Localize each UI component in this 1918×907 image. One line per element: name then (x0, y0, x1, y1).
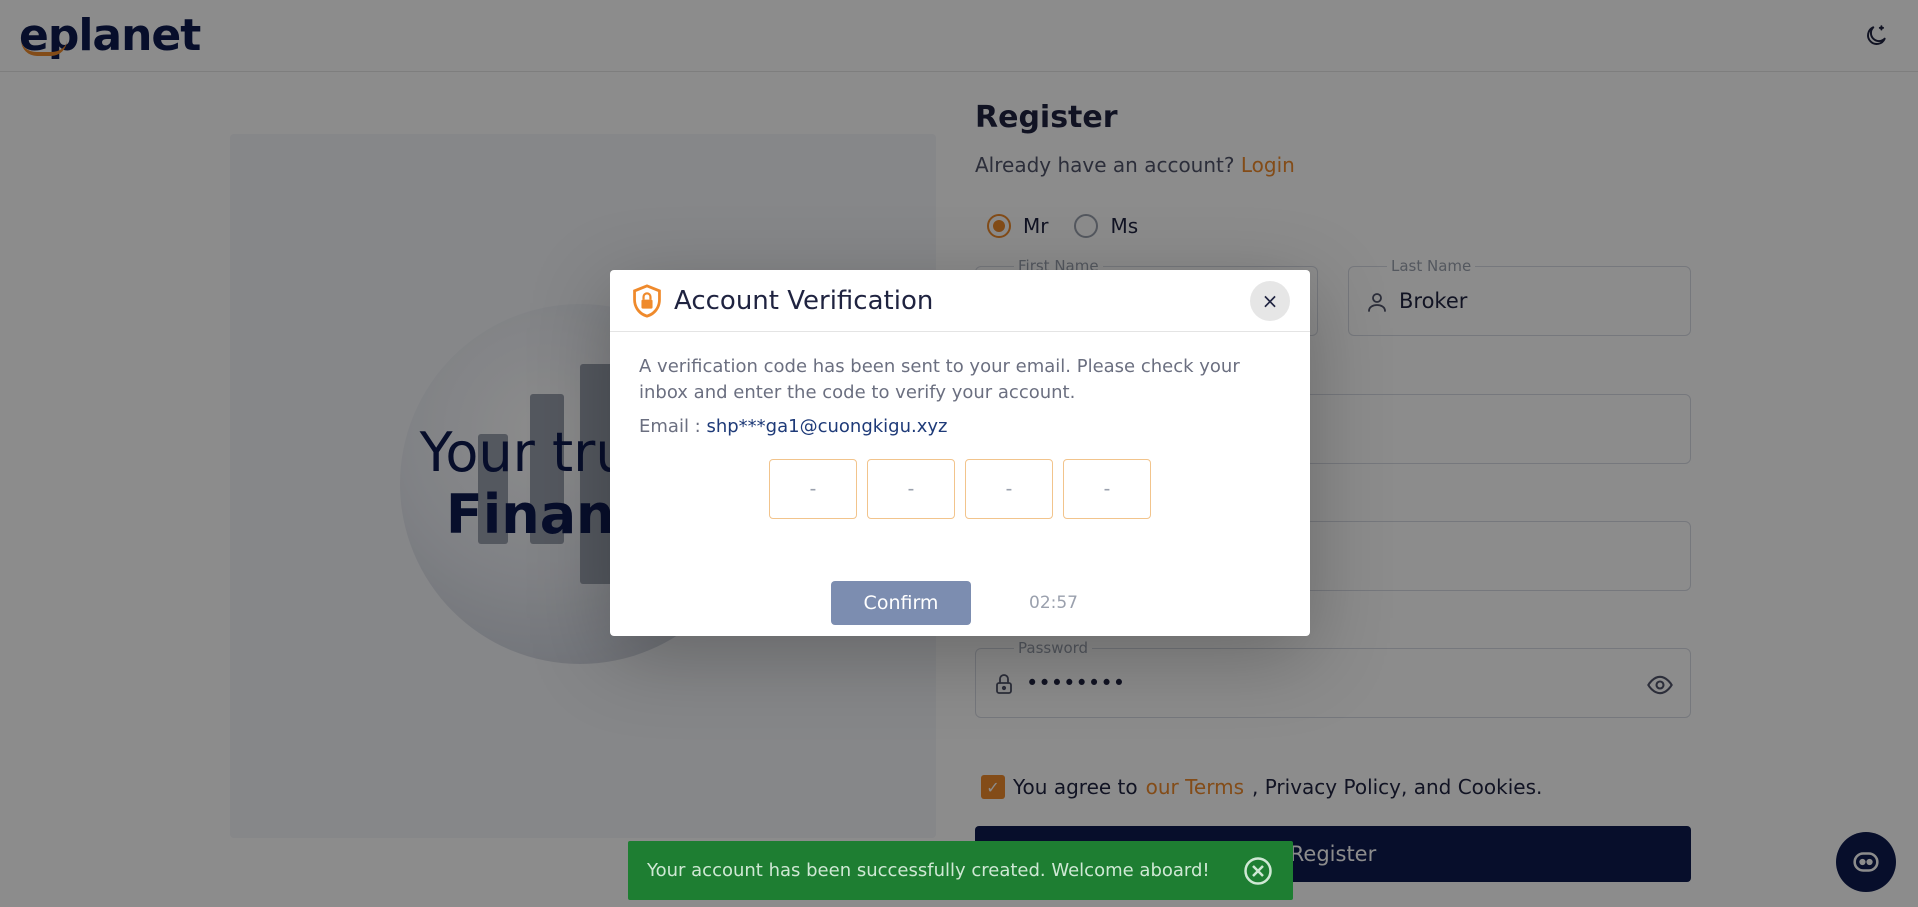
close-icon: × (1261, 289, 1279, 313)
otp-digit-4[interactable] (1063, 459, 1151, 519)
dialog-header: Account Verification × (610, 270, 1310, 332)
email-line: Email : shp***ga1@cuongkigu.xyz (639, 416, 1281, 437)
otp-digit-3[interactable] (965, 459, 1053, 519)
shield-lock-icon (633, 283, 661, 318)
toast-message: Your account has been successfully creat… (647, 860, 1210, 881)
otp-input-group (639, 459, 1281, 519)
dialog-title: Account Verification (674, 285, 934, 316)
account-verification-dialog: Account Verification × A verification co… (610, 270, 1310, 636)
otp-digit-2[interactable] (867, 459, 955, 519)
close-circle-icon[interactable] (1243, 856, 1273, 886)
dialog-body: A verification code has been sent to you… (610, 332, 1310, 519)
email-address: shp***ga1@cuongkigu.xyz (706, 416, 948, 437)
email-label: Email : (639, 416, 701, 437)
verification-message: A verification code has been sent to you… (639, 356, 1240, 403)
dialog-footer: Confirm 02:57 (610, 581, 1310, 625)
countdown-timer: 02:57 (1029, 593, 1078, 613)
close-button[interactable]: × (1250, 281, 1290, 321)
confirm-button[interactable]: Confirm (831, 581, 971, 625)
success-toast: Your account has been successfully creat… (628, 841, 1293, 900)
otp-digit-1[interactable] (769, 459, 857, 519)
